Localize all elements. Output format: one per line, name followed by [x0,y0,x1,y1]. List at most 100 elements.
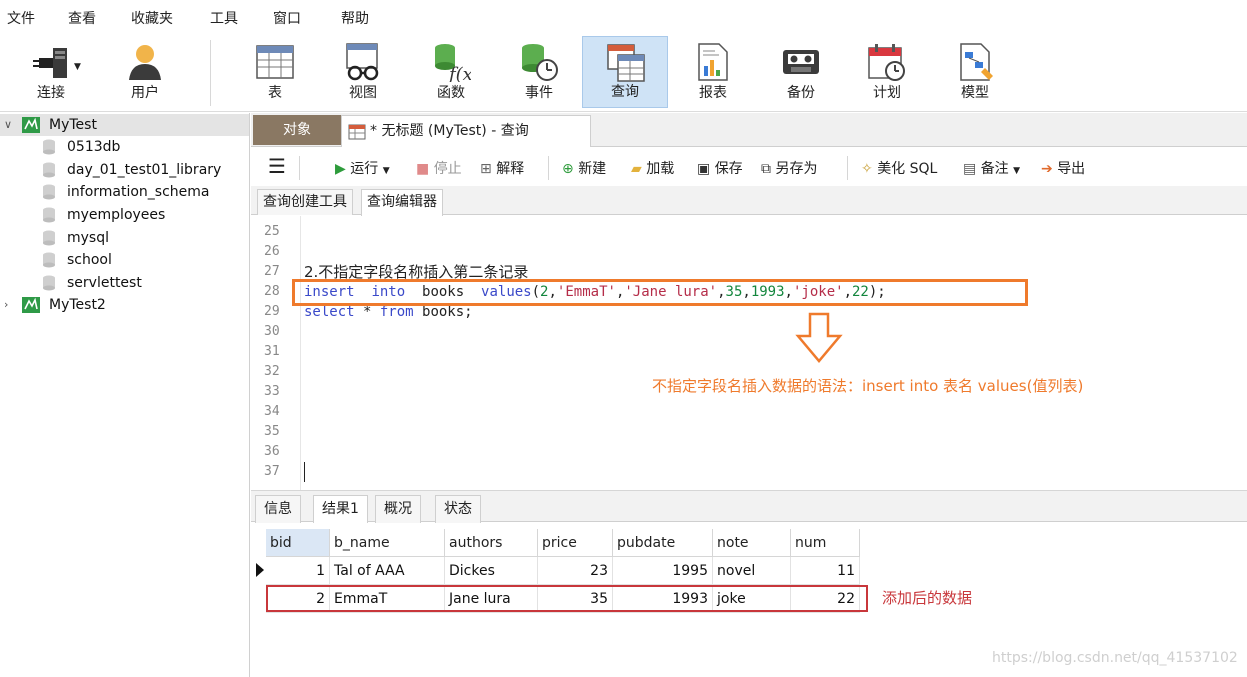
run-button[interactable]: ▶ 运行 ▼ [335,158,390,178]
new-label: 新建 [578,161,607,177]
tab-query-builder[interactable]: 查询创建工具 [257,189,353,215]
svg-text:f(x): f(x) [447,64,471,82]
toolbar-user-button[interactable]: 用户 [106,36,184,108]
stop-label: 停止 [433,161,462,177]
chevron-down-icon[interactable]: ▼ [1013,166,1020,176]
toolbar-view-button[interactable]: 视图 [324,36,402,108]
tree-database-item[interactable]: day_01_test01_library [0,159,249,181]
database-name: mysql [67,230,109,246]
expanded-arrow-icon[interactable]: ∨ [4,114,16,136]
sql-editor[interactable] [251,216,1247,490]
tree-database-item[interactable]: school [0,249,249,271]
chevron-down-icon[interactable]: ▼ [74,62,81,72]
stop-button[interactable]: ■ 停止 [416,158,462,178]
column-header[interactable]: price [538,529,613,557]
new-button[interactable]: ⊕ 新建 [562,158,606,178]
tree-database-item[interactable]: mysql [0,227,249,249]
toolbar-schedule-button[interactable]: 计划 [848,36,926,108]
connection-name: MyTest2 [49,297,106,313]
table-cell[interactable]: 11 [791,557,860,585]
toolbar-query-button[interactable]: 查询 [582,36,668,108]
column-header[interactable]: num [791,529,860,557]
tab-result1[interactable]: 结果1 [313,495,368,524]
model-diagram-icon [960,43,993,81]
tree-connection-mytest[interactable]: ∨ MyTest [0,114,249,136]
database-icon [43,139,55,155]
comment-button[interactable]: ▤ 备注 ▼ [963,158,1020,178]
table-cell[interactable]: 1995 [613,557,713,585]
menu-favorites[interactable]: 收藏夹 [131,8,173,28]
tab-untitled-query[interactable]: * 无标题 (MyTest) - 查询 [341,115,591,147]
toolbar-function-button[interactable]: f(x) 函数 [412,36,490,108]
comment-label: 备注 [980,161,1009,177]
column-header[interactable]: pubdate [613,529,713,557]
sql-keyword: select [304,304,355,320]
tree-database-item[interactable]: servlettest [0,272,249,294]
toolbar-report-button[interactable]: 报表 [674,36,752,108]
collapsed-arrow-icon[interactable]: › [4,294,16,316]
hamburger-menu-icon[interactable]: ☰ [268,154,286,178]
save-as-icon: ⧉ [761,161,771,177]
toolbar-label: 查询 [611,84,639,100]
tree-connection-mytest2[interactable]: › MyTest2 [0,294,249,316]
stop-icon: ■ [416,161,430,177]
report-icon [698,43,728,81]
load-button[interactable]: ▰ 加载 [631,158,674,178]
column-header[interactable]: b_name [330,529,445,557]
line-number: 37 [264,464,280,479]
tree-database-item[interactable]: 0513db [0,136,249,158]
toolbar-backup-button[interactable]: 备份 [762,36,840,108]
table-cell[interactable]: 1 [266,557,330,585]
table-cell[interactable]: 23 [538,557,613,585]
database-name: day_01_test01_library [67,162,222,178]
export-label: 导出 [1057,161,1086,177]
line-number: 33 [264,384,280,399]
toolbar-table-button[interactable]: 表 [236,36,314,108]
query-tab-icon [348,124,366,140]
toolbar-event-button[interactable]: 事件 [500,36,578,108]
toolbar-separator [847,156,848,180]
menu-help[interactable]: 帮助 [341,8,369,28]
menu-file[interactable]: 文件 [7,8,35,28]
tab-status[interactable]: 状态 [435,495,481,523]
main-toolbar: ▼ 连接 用户 表 视图 f(函数 事件 查询 报表 备份 计划 模型 [0,34,1247,112]
database-icon [43,207,55,223]
beautify-sql-button[interactable]: ✧ 美化 SQL [861,158,937,178]
tab-info[interactable]: 信息 [255,495,301,523]
tab-profile[interactable]: 概况 [375,495,421,523]
line-number: 32 [264,364,280,379]
toolbar-separator [548,156,549,180]
database-name: information_schema [67,184,210,200]
table-cell[interactable]: Dickes [445,557,538,585]
export-button[interactable]: ➔ 导出 [1041,158,1085,178]
toolbar-connect-button[interactable]: ▼ 连接 [12,36,90,108]
save-disk-icon: ▣ [697,161,711,177]
tree-database-item[interactable]: information_schema [0,181,249,203]
table-cell[interactable]: Tal of AAA [330,557,445,585]
explain-button[interactable]: ⊞ 解释 [480,158,524,178]
toolbar-label: 表 [268,85,282,101]
toolbar-label: 视图 [349,85,377,101]
query-icon [607,44,645,82]
table-cell[interactable]: novel [713,557,791,585]
run-label: 运行 [350,161,379,177]
toolbar-label: 报表 [699,85,727,101]
toolbar-label: 函数 [437,85,465,101]
save-as-button[interactable]: ⧉ 另存为 [761,158,817,178]
database-icon [43,252,55,268]
tab-objects[interactable]: 对象 [253,115,341,145]
menu-window[interactable]: 窗口 [273,8,301,28]
toolbar-model-button[interactable]: 模型 [936,36,1014,108]
tree-database-item[interactable]: myemployees [0,204,249,226]
result-tab-bar: 信息 结果1 概况 状态 [251,490,1247,524]
menu-view[interactable]: 查看 [68,8,96,28]
tab-query-editor[interactable]: 查询编辑器 [361,189,443,216]
chevron-down-icon[interactable]: ▼ [383,166,390,176]
column-header[interactable]: note [713,529,791,557]
save-button[interactable]: ▣ 保存 [697,158,743,178]
column-header[interactable]: bid [266,529,330,557]
column-header[interactable]: authors [445,529,538,557]
row-annotation: 添加后的数据 [882,589,973,607]
sql-punct: * [354,304,380,320]
menu-tools[interactable]: 工具 [210,8,238,28]
